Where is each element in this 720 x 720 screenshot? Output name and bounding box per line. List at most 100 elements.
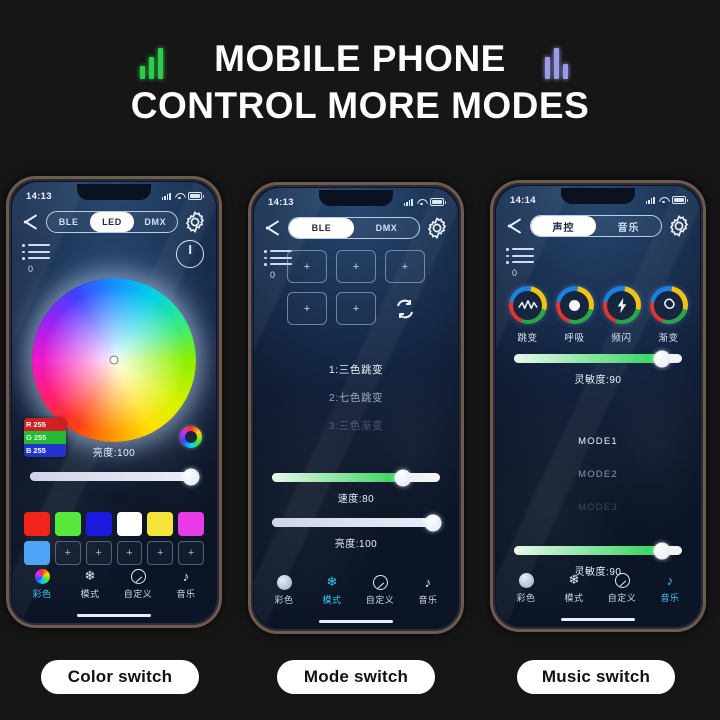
- tab-dmx[interactable]: DMX: [354, 218, 419, 238]
- slider-fill: [272, 473, 404, 482]
- connection-mode-tabs[interactable]: BLE DMX: [288, 217, 420, 239]
- phone-2-screen: 14:13 BLE DMX 0 + + + + + 1:三色跳变 2:七色跳变 …: [254, 188, 458, 628]
- brightness-label: 亮度:100: [92, 448, 136, 459]
- gear-icon[interactable]: [424, 215, 450, 241]
- nav-item-color[interactable]: 彩色: [261, 574, 307, 606]
- music-mode-jump[interactable]: 跳变: [508, 286, 547, 344]
- bottom-nav[interactable]: 彩色 ❄ 模式 自定义 ♪ 音乐: [12, 562, 216, 606]
- color-wheel-cursor[interactable]: [109, 355, 119, 365]
- nav-item-mode[interactable]: ❄ 模式: [551, 572, 597, 604]
- nav-item-music[interactable]: ♪ 音乐: [647, 572, 693, 604]
- tab-led[interactable]: LED: [90, 212, 134, 232]
- rgb-row-green: G 255: [24, 431, 66, 444]
- slider-knob[interactable]: [394, 469, 412, 486]
- back-arrow-icon[interactable]: [504, 215, 526, 237]
- nav-item-color[interactable]: 彩色: [503, 572, 549, 604]
- mode-label: 频闪: [611, 333, 632, 344]
- mode-ring[interactable]: [602, 286, 641, 324]
- signal-icon: [161, 192, 171, 200]
- battery-icon: [672, 196, 688, 204]
- nav-label: 彩色: [32, 588, 52, 599]
- back-arrow-icon[interactable]: [262, 217, 284, 239]
- music-mode-breathe[interactable]: 呼吸: [555, 286, 594, 344]
- sensitivity-slider-top[interactable]: [514, 350, 682, 367]
- preset-pad[interactable]: +: [336, 250, 376, 283]
- nav-item-custom[interactable]: 自定义: [115, 568, 161, 600]
- bottom-nav[interactable]: 彩色 ❄ 模式 自定义 ♪ 音乐: [496, 566, 700, 610]
- rgb-red-value: 255: [33, 420, 46, 429]
- gear-icon[interactable]: [666, 213, 692, 239]
- caption-row: Color switch Mode switch Music switch: [0, 660, 720, 706]
- color-wheel-icon: [34, 568, 50, 584]
- music-note-icon: ♪: [666, 572, 674, 588]
- list-rail-icon[interactable]: 0: [22, 244, 50, 274]
- refresh-icon[interactable]: [385, 292, 425, 325]
- phone-color-switch: 14:13 BLE LED DMX 0 R 255 G 255 B 255 亮度…: [6, 176, 222, 628]
- mode-ring[interactable]: [649, 286, 688, 324]
- mode-list-item[interactable]: 3:三色渐变: [254, 418, 458, 433]
- slider-knob[interactable]: [182, 468, 200, 485]
- music-mode-strobe[interactable]: 频闪: [602, 286, 641, 344]
- brightness-slider[interactable]: [272, 514, 442, 531]
- swatch: [54, 512, 81, 536]
- nav-item-music[interactable]: ♪ 音乐: [405, 574, 451, 606]
- mode-list-item[interactable]: MODE2: [496, 469, 700, 480]
- phone-2-topbar: BLE DMX: [254, 214, 458, 242]
- sensitivity-slider-bottom[interactable]: [514, 542, 682, 559]
- mode-list-item[interactable]: 2:七色跳变: [254, 390, 458, 405]
- mode-ring[interactable]: [508, 286, 547, 324]
- nav-item-custom[interactable]: 自定义: [357, 574, 403, 606]
- mode-ring[interactable]: [555, 286, 594, 324]
- mode-list[interactable]: 1:三色跳变 2:七色跳变 3:三色渐变: [254, 362, 458, 446]
- speed-slider[interactable]: [272, 469, 440, 486]
- music-mode-gradient[interactable]: 渐变: [649, 286, 688, 344]
- mode-label: 渐变: [658, 333, 679, 344]
- mode-label: 呼吸: [564, 333, 585, 344]
- tab-ble[interactable]: BLE: [47, 212, 90, 232]
- mode-list-item[interactable]: MODE3: [496, 502, 700, 513]
- music-mode-buttons[interactable]: 跳变 呼吸 频闪 渐变: [496, 286, 700, 344]
- back-arrow-icon[interactable]: [20, 211, 42, 233]
- bottom-nav[interactable]: 彩色 ❄ 模式 自定义 ♪ 音乐: [254, 568, 458, 612]
- phone-mode-switch: 14:13 BLE DMX 0 + + + + + 1:三色跳变 2:七色跳变 …: [248, 182, 464, 634]
- battery-icon: [188, 192, 204, 200]
- list-rail-icon[interactable]: 0: [506, 248, 534, 278]
- preset-pad[interactable]: +: [336, 292, 376, 325]
- slider-knob[interactable]: [424, 514, 442, 531]
- mode-label: 跳变: [517, 333, 538, 344]
- preset-pad-grid[interactable]: + + + + +: [285, 250, 427, 325]
- preset-pad[interactable]: +: [287, 292, 327, 325]
- nav-label: 自定义: [123, 588, 153, 599]
- preset-pad[interactable]: +: [287, 250, 327, 283]
- slider-knob[interactable]: [653, 542, 671, 559]
- connection-mode-tabs[interactable]: BLE LED DMX: [46, 211, 178, 233]
- rgb-green-key: G: [26, 433, 32, 442]
- nav-item-color[interactable]: 彩色: [19, 568, 65, 600]
- status-icons: [645, 196, 688, 204]
- brightness-slider[interactable]: [30, 468, 200, 485]
- signal-icon: [403, 198, 413, 206]
- mode-list-item[interactable]: MODE1: [496, 436, 700, 447]
- rgb-row-red: R 255: [24, 418, 66, 431]
- slider-knob[interactable]: [653, 350, 671, 367]
- color-swatches[interactable]: + + + + +: [24, 512, 204, 565]
- home-indicator: [77, 613, 151, 617]
- power-icon[interactable]: [176, 240, 204, 268]
- tab-dmx[interactable]: DMX: [134, 212, 177, 232]
- preset-pad[interactable]: +: [385, 250, 425, 283]
- caption-color-switch: Color switch: [41, 660, 199, 694]
- tab-ble[interactable]: BLE: [289, 218, 354, 238]
- nav-item-mode[interactable]: ❄ 模式: [309, 574, 355, 606]
- nav-label: 自定义: [607, 592, 637, 603]
- tab-music[interactable]: 音乐: [596, 216, 661, 236]
- tab-voice-control[interactable]: 声控: [531, 216, 596, 236]
- mode-list[interactable]: MODE1 MODE2 MODE3: [496, 436, 700, 535]
- nav-item-mode[interactable]: ❄ 模式: [67, 568, 113, 600]
- mode-list-item[interactable]: 1:三色跳变: [254, 362, 458, 377]
- nav-item-music[interactable]: ♪ 音乐: [163, 568, 209, 600]
- gear-icon[interactable]: [182, 209, 208, 235]
- nav-item-custom[interactable]: 自定义: [599, 572, 645, 604]
- swatch: [116, 512, 143, 536]
- music-mode-tabs[interactable]: 声控 音乐: [530, 215, 662, 237]
- swatch: [24, 512, 50, 536]
